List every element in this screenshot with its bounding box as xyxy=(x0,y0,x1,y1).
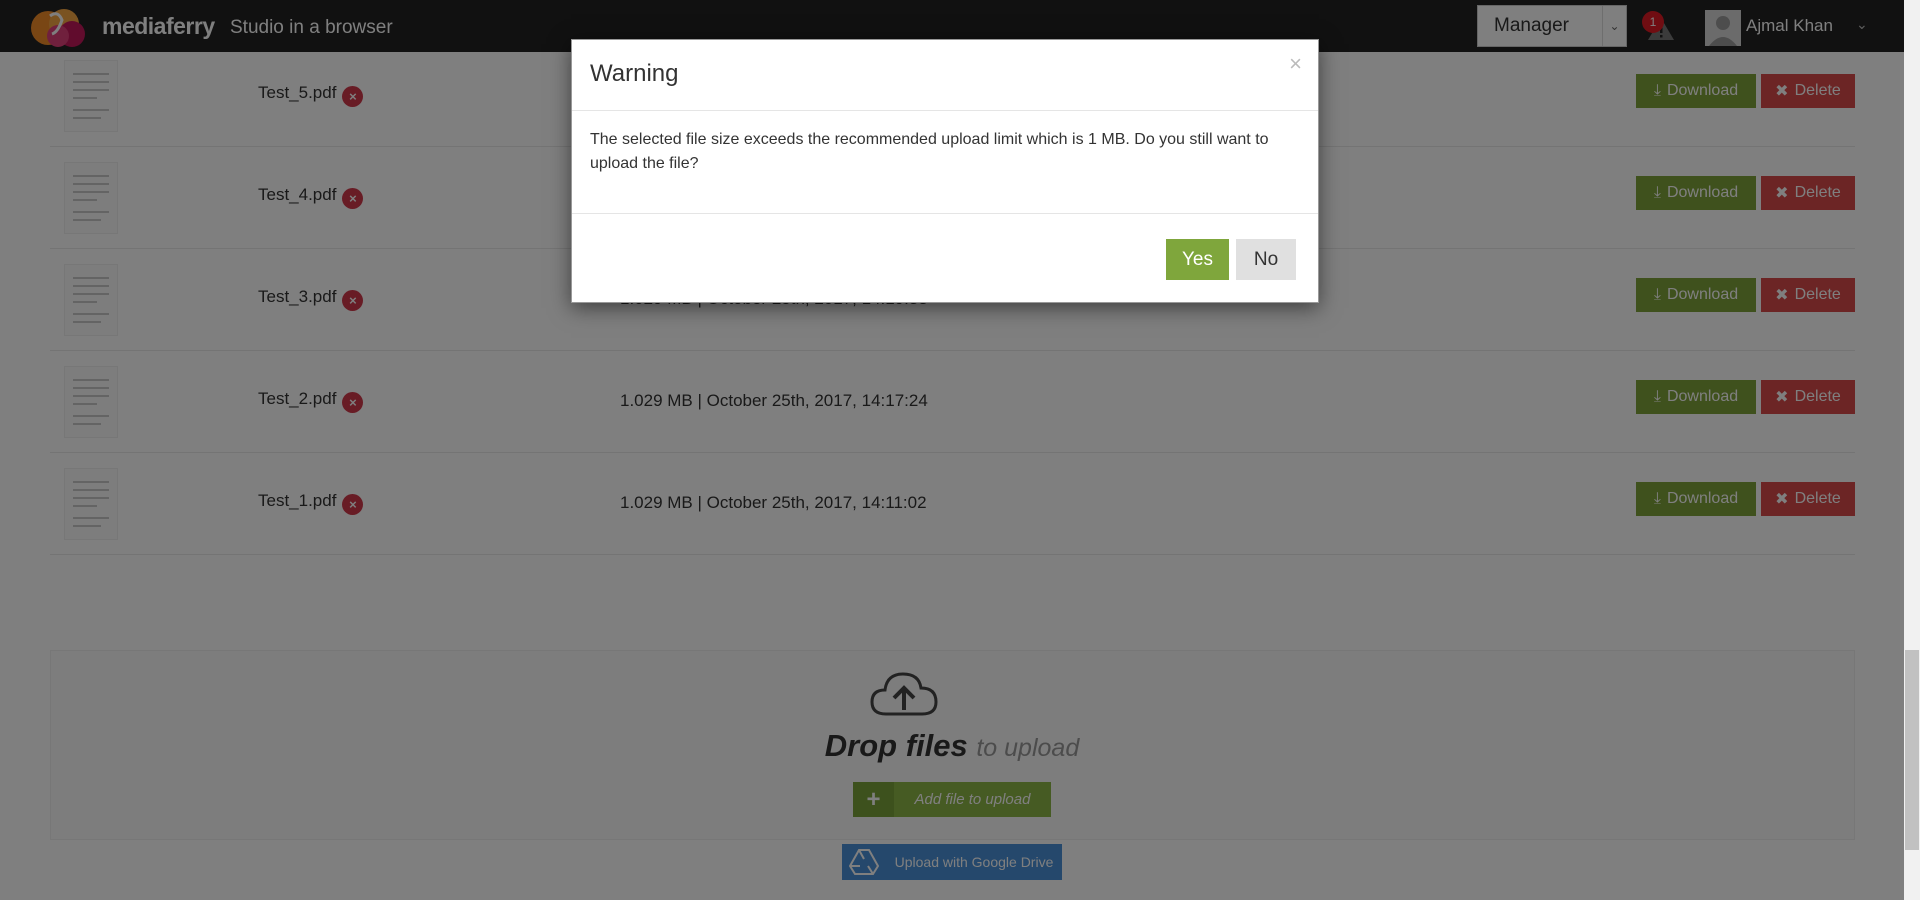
no-button[interactable]: No xyxy=(1236,239,1296,280)
scrollbar-thumb[interactable] xyxy=(1905,650,1919,850)
close-icon[interactable]: × xyxy=(1289,51,1302,77)
warning-dialog: Warning × The selected file size exceeds… xyxy=(571,39,1319,303)
dialog-message: The selected file size exceeds the recom… xyxy=(590,131,1269,172)
dialog-footer: Yes No xyxy=(572,213,1318,304)
dialog-title: Warning xyxy=(590,60,679,87)
yes-button[interactable]: Yes xyxy=(1166,239,1229,280)
dialog-header: Warning × xyxy=(572,40,1318,111)
